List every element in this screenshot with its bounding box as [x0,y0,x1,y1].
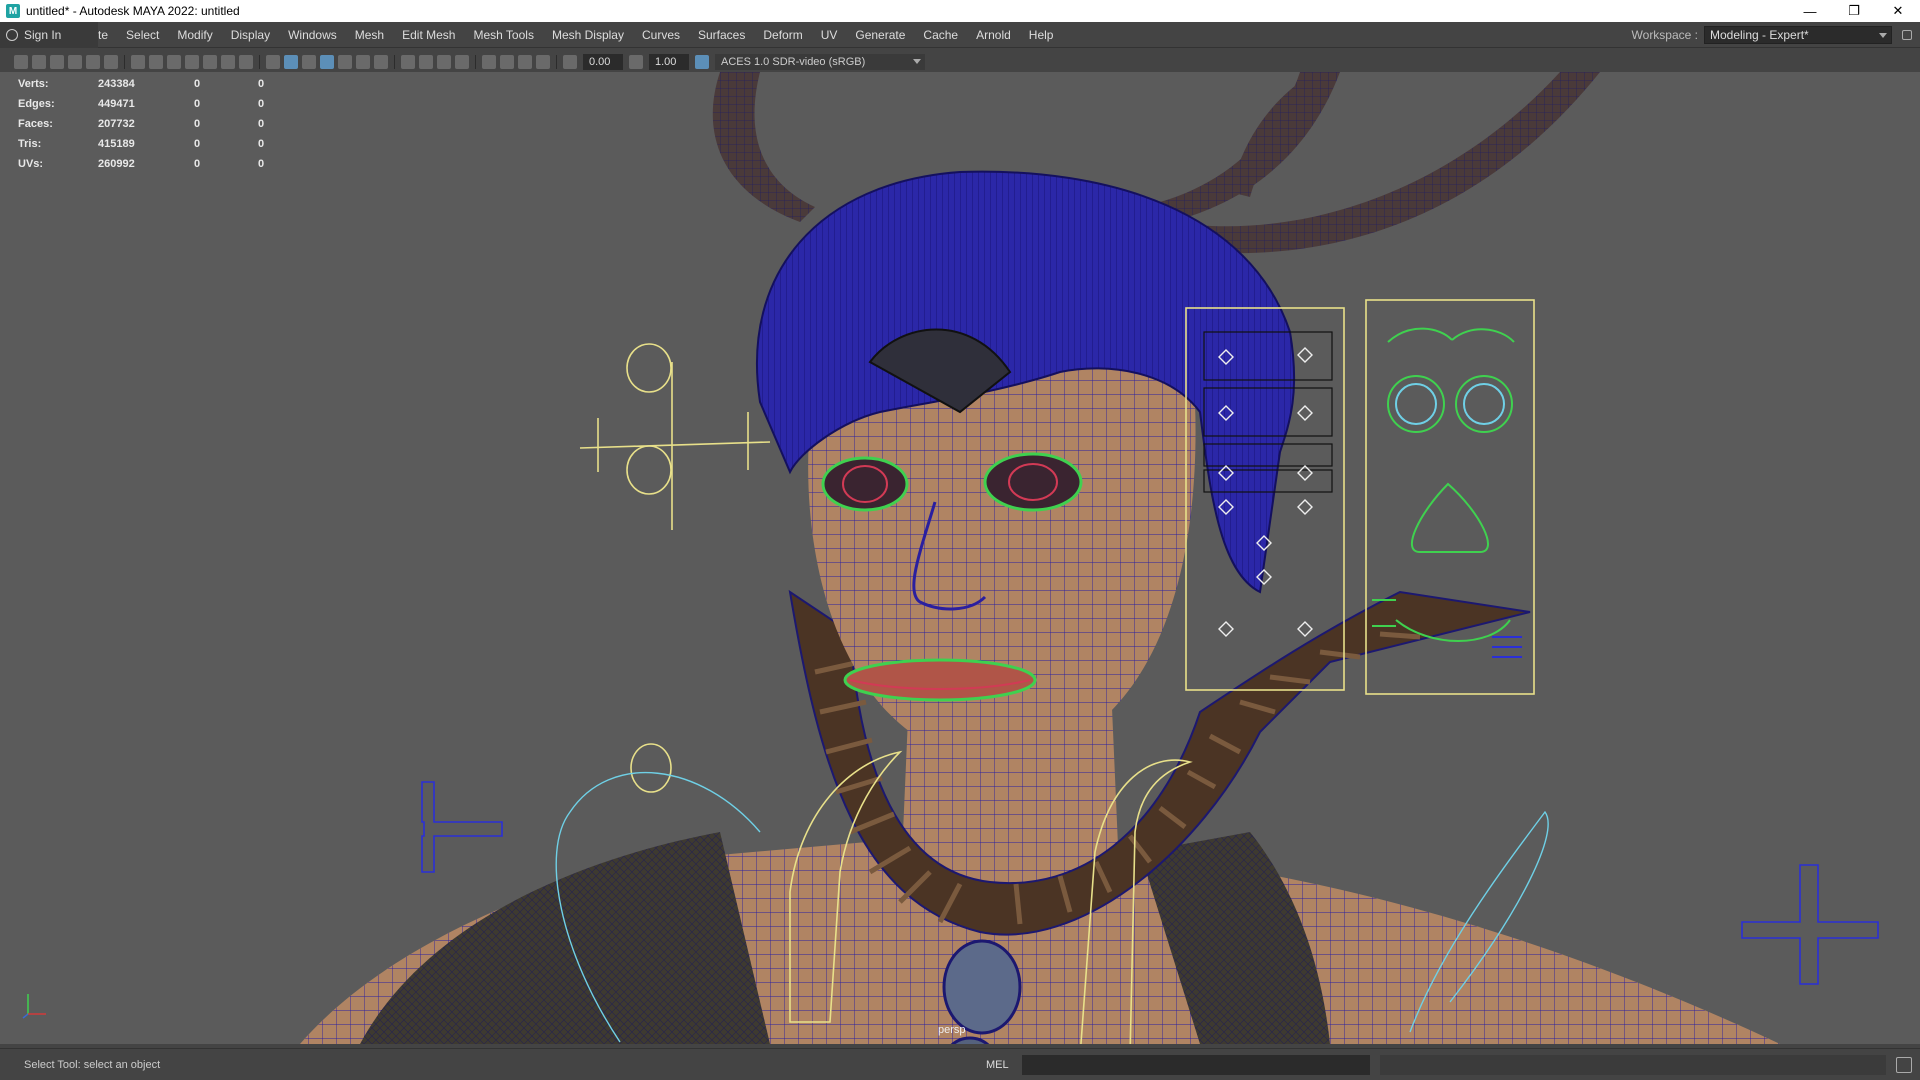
hud-row-verts: Verts: 243384 0 0 [18,78,265,90]
default-material-icon[interactable] [302,55,316,69]
grease-pencil-icon[interactable] [104,55,118,69]
minimize-icon[interactable]: — [1788,0,1832,22]
menu-items: te Select Modify Display Windows Mesh Ed… [98,22,1062,48]
hud-row-faces: Faces: 207732 0 0 [18,118,265,130]
hud-row-tris: Tris: 415189 0 0 [18,138,265,150]
field-chart-icon[interactable] [203,55,217,69]
menu-help[interactable]: Help [1020,28,1063,42]
textured-icon[interactable] [338,55,352,69]
workspace-value: Modeling - Expert* [1710,28,1809,42]
exposure-field[interactable]: 0.00 [583,54,623,70]
sign-in-button[interactable]: Sign In [0,22,98,48]
command-result-field [1380,1055,1886,1075]
toolbar-divider [259,55,260,69]
view-axis-icon [22,994,46,1019]
right-eye-mesh [983,452,1083,512]
depth-of-field-icon[interactable] [455,55,469,69]
script-language-toggle[interactable]: MEL [986,1059,1009,1071]
safe-title-icon[interactable] [239,55,253,69]
toolbar-divider [394,55,395,69]
menu-arnold[interactable]: Arnold [967,28,1020,42]
xray-icon[interactable] [500,55,514,69]
sign-in-label: Sign In [24,28,62,42]
menu-mesh-display[interactable]: Mesh Display [543,28,633,42]
panel-toolbar: 0.00 1.00 ACES 1.0 SDR-video (sRGB) [0,52,980,72]
workspace-label: Workspace : [1631,28,1698,42]
backface-culling-icon[interactable] [536,55,550,69]
hud-row-edges: Edges: 449471 0 0 [18,98,265,110]
poly-count-hud: Verts: 243384 0 0 Edges: 449471 0 0 Face… [18,74,298,174]
menu-cache[interactable]: Cache [914,28,967,42]
menu-select[interactable]: Select [117,28,168,42]
workspace-dropdown[interactable]: Modeling - Expert* [1704,26,1892,44]
status-bar: Select Tool: select an object MEL [0,1048,1920,1080]
menu-mesh-tools[interactable]: Mesh Tools [464,28,542,42]
maya-app-icon: M [6,4,20,18]
toolbar-divider [475,55,476,69]
help-line-message: Select Tool: select an object [24,1058,161,1071]
isolate-select-icon[interactable] [482,55,496,69]
menu-uv[interactable]: UV [812,28,847,42]
image-plane-icon[interactable] [68,55,82,69]
toolbar-divider [124,55,125,69]
command-line-input[interactable] [1022,1055,1370,1075]
grid-icon[interactable] [131,55,145,69]
menu-edit-mesh[interactable]: Edit Mesh [393,28,464,42]
close-icon[interactable]: ✕ [1876,0,1920,22]
window-title: untitled* - Autodesk MAYA 2022: untitled [26,4,240,18]
perspective-viewport[interactable] [0,72,1920,1044]
shadows-icon[interactable] [374,55,388,69]
resolution-gate-icon[interactable] [167,55,181,69]
film-gate-icon[interactable] [149,55,163,69]
scene-render [300,72,1879,1044]
ambient-occlusion-icon[interactable] [401,55,415,69]
view-transform-value: ACES 1.0 SDR-video (sRGB) [721,56,866,68]
title-bar: M untitled* - Autodesk MAYA 2022: untitl… [0,0,1920,22]
wireframe-icon[interactable] [266,55,280,69]
bookmarks-icon[interactable] [50,55,64,69]
camera-attributes-icon[interactable] [32,55,46,69]
gamma-field[interactable]: 1.00 [649,54,689,70]
workspace-selector: Workspace : Modeling - Expert* [1632,22,1920,48]
view-transform-dropdown[interactable]: ACES 1.0 SDR-video (sRGB) [715,54,925,70]
safe-action-icon[interactable] [221,55,235,69]
wireframe-on-shaded-icon[interactable] [320,55,334,69]
menu-display[interactable]: Display [222,28,279,42]
menu-mesh[interactable]: Mesh [346,28,393,42]
color-management-icon[interactable] [695,55,709,69]
xray-joints-icon[interactable] [518,55,532,69]
menu-deform[interactable]: Deform [754,28,811,42]
mouth-mesh [843,658,1037,702]
menu-modify[interactable]: Modify [168,28,221,42]
window-controls: — ❐ ✕ [1788,0,1920,22]
menu-surfaces[interactable]: Surfaces [689,28,754,42]
menu-windows[interactable]: Windows [279,28,346,42]
camera-name-label: persp [938,1024,966,1036]
exposure-icon[interactable] [563,55,577,69]
menu-item-partial[interactable]: te [98,28,117,42]
menu-generate[interactable]: Generate [846,28,914,42]
gate-mask-icon[interactable] [185,55,199,69]
chevron-down-icon [1879,33,1887,38]
restore-icon[interactable]: ❐ [1832,0,1876,22]
chevron-down-icon [913,59,921,64]
script-editor-icon[interactable] [1896,1057,1912,1073]
anti-aliasing-icon[interactable] [437,55,451,69]
gamma-icon[interactable] [629,55,643,69]
motion-blur-icon[interactable] [419,55,433,69]
user-icon [6,29,18,41]
use-all-lights-icon[interactable] [356,55,370,69]
camera-select-icon[interactable] [14,55,28,69]
two-d-pan-zoom-icon[interactable] [86,55,100,69]
hud-row-uvs: UVs: 260992 0 0 [18,158,265,170]
lock-icon[interactable] [1902,30,1912,40]
menu-curves[interactable]: Curves [633,28,689,42]
main-menu-bar: Sign In te Select Modify Display Windows… [0,22,1920,48]
smooth-shade-icon[interactable] [284,55,298,69]
toolbar-divider [556,55,557,69]
